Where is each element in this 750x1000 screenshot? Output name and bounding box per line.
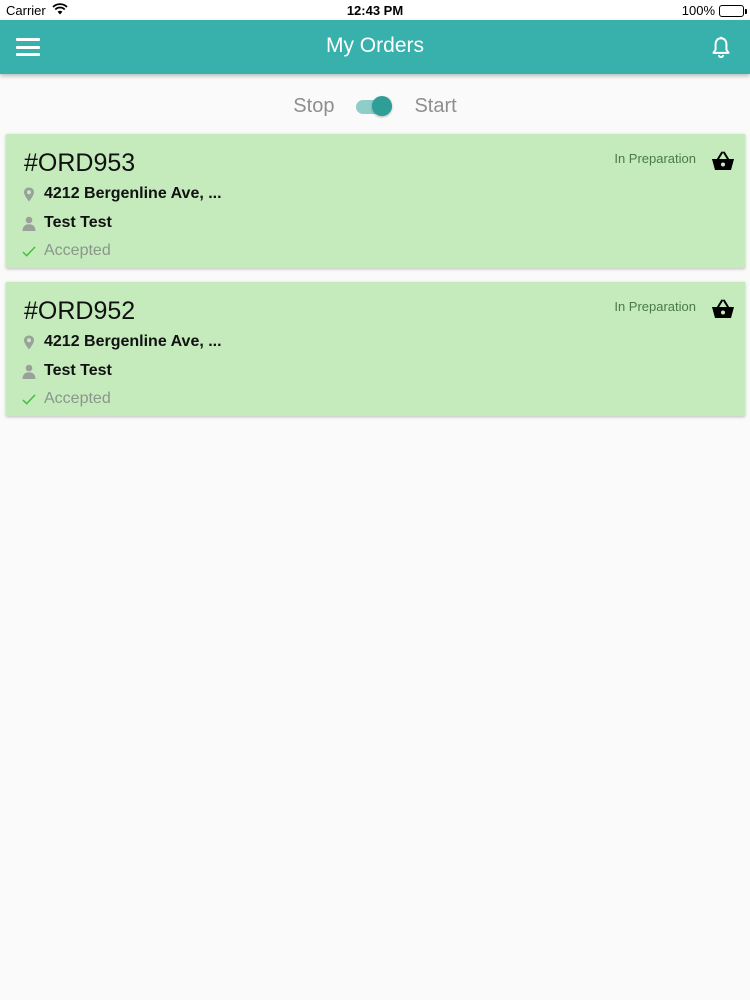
check-icon — [22, 243, 36, 259]
check-icon — [22, 391, 36, 407]
order-customer: Test Test — [44, 362, 112, 379]
order-address: 4212 Bergenline Ave, ... — [44, 333, 222, 350]
availability-switch[interactable] — [356, 94, 393, 118]
status-time: 12:43 PM — [346, 3, 404, 18]
order-state: Accepted — [44, 242, 111, 259]
order-address-row: 4212 Bergenline Ave, ... — [22, 185, 222, 203]
order-state: Accepted — [44, 390, 111, 407]
availability-toggle-row: Stop Start — [0, 88, 750, 124]
battery-icon — [719, 4, 747, 17]
toggle-on-label: Start — [414, 94, 457, 117]
status-bar-right: 100% — [681, 3, 747, 18]
order-card[interactable]: #ORD953 In Preparation 4212 Bergenline A… — [6, 134, 745, 268]
page-title: My Orders — [325, 34, 424, 57]
app-bar: My Orders — [0, 20, 750, 74]
order-id: #ORD952 — [24, 297, 136, 325]
order-status: In Preparation — [614, 299, 696, 314]
user-icon — [22, 363, 36, 379]
user-icon — [22, 215, 36, 231]
order-status: In Preparation — [614, 151, 696, 166]
orders-list: #ORD953 In Preparation 4212 Bergenline A… — [6, 134, 745, 430]
bell-icon — [712, 36, 730, 59]
order-customer-row: Test Test — [22, 362, 112, 380]
notifications-button[interactable] — [708, 35, 734, 61]
order-id: #ORD953 — [24, 149, 136, 177]
order-card[interactable]: #ORD952 In Preparation 4212 Bergenline A… — [6, 282, 745, 416]
order-state-row: Accepted — [22, 390, 111, 408]
order-address: 4212 Bergenline Ave, ... — [44, 185, 222, 202]
switch-knob — [372, 96, 393, 116]
battery-percent: 100% — [681, 3, 715, 18]
order-address-row: 4212 Bergenline Ave, ... — [22, 333, 222, 351]
location-pin-icon — [22, 186, 36, 202]
basket-icon — [712, 299, 734, 318]
status-bar: Carrier 12:43 PM 100% — [0, 0, 750, 20]
toggle-off-label: Stop — [293, 94, 335, 117]
basket-icon — [712, 151, 734, 170]
order-customer: Test Test — [44, 214, 112, 231]
order-customer-row: Test Test — [22, 214, 112, 232]
order-state-row: Accepted — [22, 242, 111, 260]
location-pin-icon — [22, 334, 36, 350]
